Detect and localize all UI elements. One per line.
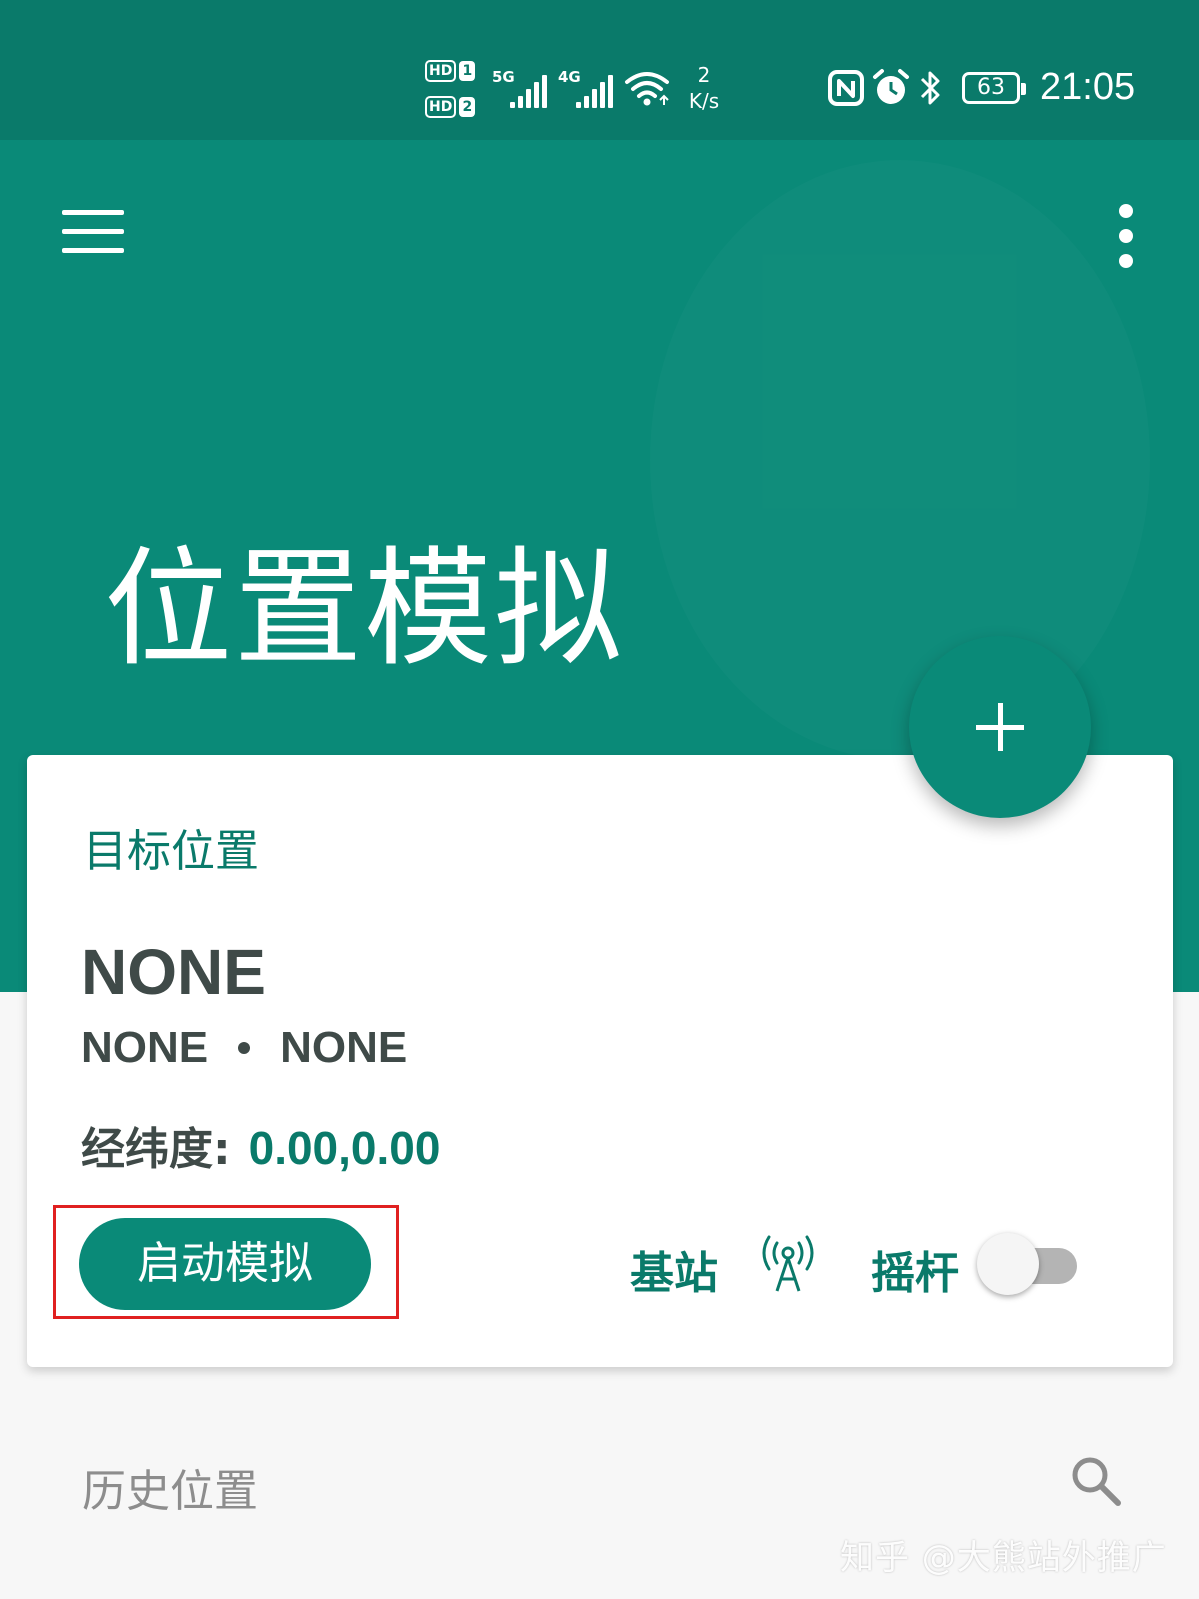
header-decoration bbox=[650, 160, 1150, 760]
separator-dot bbox=[238, 1042, 251, 1054]
more-vert-icon[interactable] bbox=[1110, 204, 1142, 268]
speed-unit: K/s bbox=[688, 89, 720, 113]
base-station-label[interactable]: 基站 bbox=[630, 1237, 718, 1301]
speed-value: 2 bbox=[697, 63, 711, 87]
watermark: 知乎 @大熊站外推广 bbox=[840, 1538, 1167, 1578]
location-detail: NONE NONE bbox=[81, 1023, 407, 1073]
joystick-label: 摇杆 bbox=[871, 1248, 959, 1299]
coordinates: 经纬度: 0.00,0.00 bbox=[81, 1113, 440, 1177]
network-speed: 2 K/s bbox=[680, 62, 728, 114]
location-city: NONE bbox=[280, 1023, 408, 1072]
page-title: 位置模拟 bbox=[104, 535, 625, 684]
battery-icon: 63 bbox=[962, 72, 1026, 104]
bluetooth-icon bbox=[920, 71, 940, 105]
start-simulation-button[interactable]: 启动模拟 bbox=[79, 1218, 371, 1310]
coords-label: 经纬度: bbox=[81, 1124, 231, 1175]
wifi-icon bbox=[625, 72, 669, 106]
sim-slot: 2 bbox=[459, 97, 476, 117]
sim-indicators: HD 1 HD 2 bbox=[425, 58, 481, 120]
sim-slot: 1 bbox=[459, 61, 476, 81]
joystick-toggle[interactable] bbox=[977, 1231, 1077, 1297]
signal-5g-icon: 5G bbox=[492, 68, 552, 108]
card-title: 目标位置 bbox=[83, 826, 259, 877]
coords-value: 0.00,0.00 bbox=[248, 1122, 441, 1174]
add-location-button[interactable] bbox=[909, 636, 1091, 818]
status-bar: HD 1 HD 2 5G 4G 2 K/s 63 21:05 bbox=[0, 0, 1199, 140]
signal-4g-icon: 4G bbox=[558, 68, 618, 108]
sim2-indicator: HD 2 bbox=[425, 94, 481, 118]
nfc-icon bbox=[828, 70, 864, 106]
antenna-icon[interactable] bbox=[759, 1233, 817, 1293]
status-time: 21:05 bbox=[1040, 66, 1136, 108]
target-location-card: 目标位置 NONE NONE NONE 经纬度: 0.00,0.00 启动模拟 … bbox=[27, 755, 1173, 1367]
location-region: NONE bbox=[81, 1023, 209, 1072]
menu-icon[interactable] bbox=[62, 210, 124, 254]
location-name: NONE bbox=[81, 936, 266, 1008]
history-title: 历史位置 bbox=[82, 1466, 258, 1517]
toggle-thumb bbox=[977, 1233, 1039, 1295]
hd-icon: HD bbox=[425, 60, 457, 82]
hd-icon: HD bbox=[425, 96, 457, 118]
alarm-icon bbox=[873, 69, 909, 104]
sim1-indicator: HD 1 bbox=[425, 58, 481, 82]
search-icon[interactable] bbox=[1068, 1453, 1122, 1507]
